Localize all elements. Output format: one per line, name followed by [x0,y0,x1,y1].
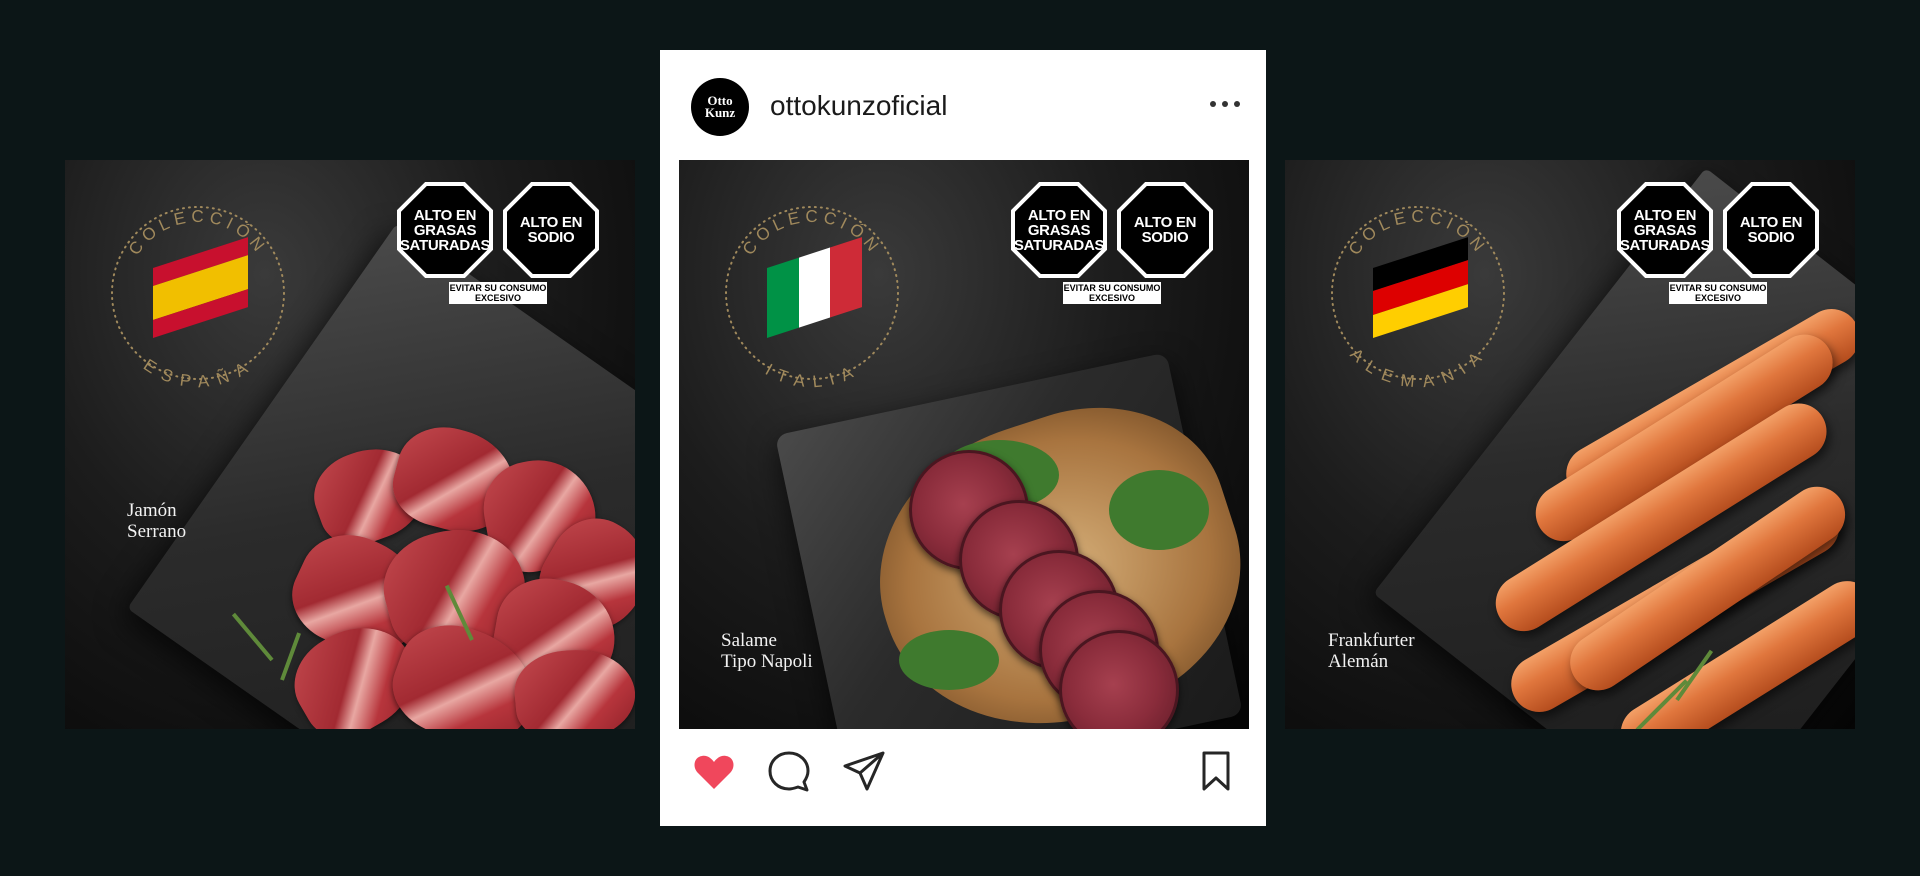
comment-icon[interactable] [765,747,813,795]
seal-collection-label: COLECCIÓN [125,207,266,259]
collection-seal: COLECCIÓN ITALIA [717,198,907,388]
seal-country-label: ITALIA [762,360,855,388]
more-options-icon[interactable] [1210,92,1240,116]
warning-labels: ALTO EN GRASAS SATURADAS ALTO EN SODIO E… [1617,182,1827,306]
product-name: Frankfurter Alemán [1328,630,1415,672]
warning-octagon-fat: ALTO EN GRASAS SATURADAS [1011,182,1107,278]
svg-text:COLECCIÓN: COLECCIÓN [125,207,271,259]
svg-text:COLECCIÓN: COLECCIÓN [1345,207,1491,259]
avatar[interactable]: Otto Kunz [691,78,749,136]
seal-country-label: ESPAÑA [140,355,250,388]
post-header: Otto Kunz ottokunzoficial [660,50,1266,160]
bookmark-icon[interactable] [1192,747,1240,795]
seal-svg: COLECCIÓN ITALIA [725,206,899,388]
seal-svg: COLECCIÓN ALEMANIA [1331,206,1505,388]
warning-octagon-fat: ALTO EN GRASAS SATURADAS [397,182,493,278]
warning-caption: EVITAR SU CONSUMO EXCESIVO [1063,282,1161,304]
svg-text:ALEMANIA: ALEMANIA [1346,345,1489,388]
svg-text:COLECCIÓN: COLECCIÓN [739,207,885,259]
warning-labels: ALTO EN GRASAS SATURADAS ALTO EN SODIO E… [397,182,607,306]
warning-octagon-sodium: ALTO EN SODIO [1723,182,1819,278]
post-actions [660,747,1266,807]
seal-country-label: ALEMANIA [1346,345,1483,388]
post-alemania: COLECCIÓN ALEMANIA ALTO EN GRASAS SATURA… [1285,160,1855,729]
warning-labels: ALTO EN GRASAS SATURADAS ALTO EN SODIO E… [1011,182,1221,306]
collection-seal: COLECCIÓN ALEMANIA [1323,198,1513,388]
seal-collection-label: COLECCIÓN [1345,207,1486,259]
share-icon[interactable] [840,747,888,795]
avatar-logo: Otto Kunz [704,93,736,120]
post-espana: COLECCIÓN ESPAÑA ALTO EN GRASAS SATURADA… [65,160,635,729]
seal-svg: COLECCIÓN ESPAÑA [111,206,285,388]
warning-octagon-sodium: ALTO EN SODIO [1117,182,1213,278]
germany-flag [1373,237,1468,338]
collection-seal: COLECCIÓN ESPAÑA [103,198,293,388]
svg-text:ESPAÑA: ESPAÑA [140,355,256,388]
warning-caption: EVITAR SU CONSUMO EXCESIVO [1669,282,1767,304]
heart-icon[interactable] [690,747,738,795]
seal-collection-label: COLECCIÓN [739,207,880,259]
product-name: Jamón Serrano [127,500,187,542]
username[interactable]: ottokunzoficial [770,90,947,122]
product-name: Salame Tipo Napoli [721,630,813,672]
warning-caption: EVITAR SU CONSUMO EXCESIVO [449,282,547,304]
warning-octagon-fat: ALTO EN GRASAS SATURADAS [1617,182,1713,278]
spain-flag [153,237,248,338]
post-italia[interactable]: COLECCIÓN ITALIA ALTO EN GRASAS SATURADA… [679,160,1249,729]
italy-flag [767,237,862,338]
warning-octagon-sodium: ALTO EN SODIO [503,182,599,278]
svg-text:ITALIA: ITALIA [762,360,861,388]
